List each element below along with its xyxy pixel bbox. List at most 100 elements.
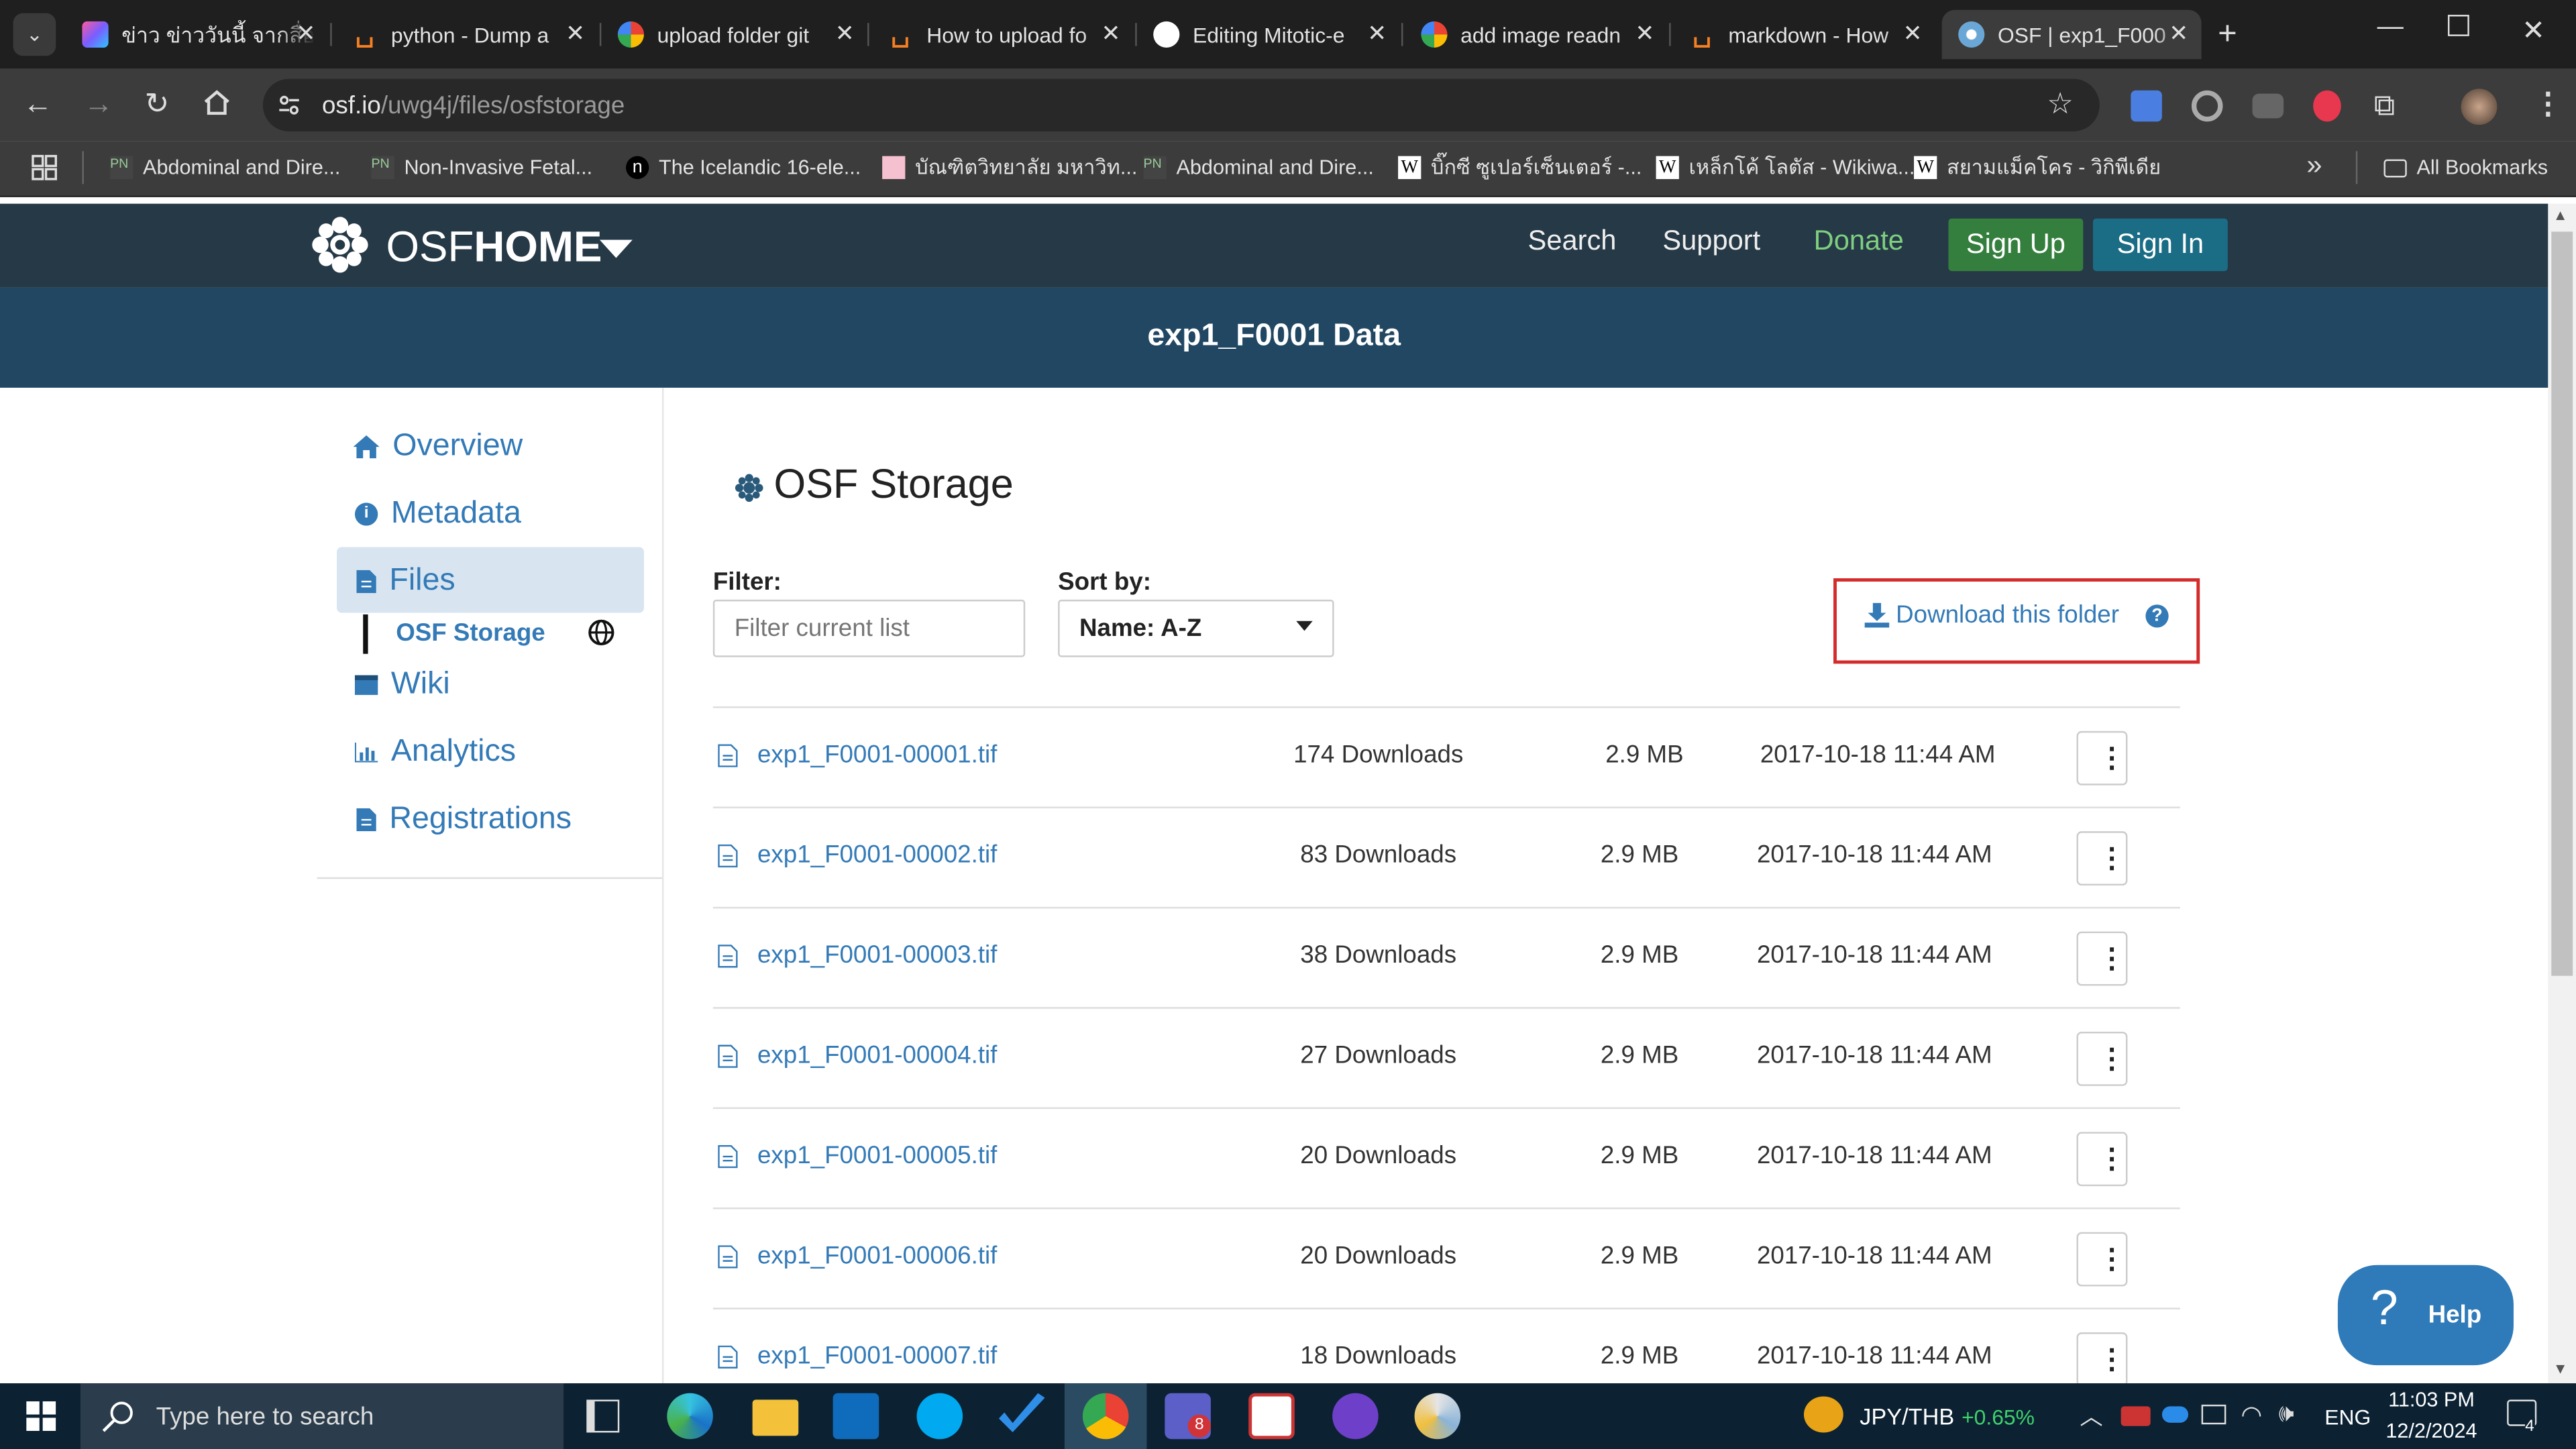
close-icon[interactable]: ✕ <box>1635 19 1654 48</box>
project-title[interactable]: exp1_F0001 Data <box>0 319 2548 355</box>
nav-support-link[interactable]: Support <box>1662 225 1760 258</box>
sort-select[interactable]: Name: A-Z <box>1058 599 1334 657</box>
close-icon[interactable]: ✕ <box>2169 19 2188 48</box>
caret-down-icon[interactable] <box>599 239 633 258</box>
table-row[interactable]: exp1_F0001-00003.tif 38 Downloads 2.9 MB… <box>712 906 2180 1007</box>
osf-logo-icon[interactable] <box>311 215 370 274</box>
extension-red-icon[interactable] <box>2313 90 2341 122</box>
tab-active-osf[interactable]: OSF | exp1_F000 ✕ <box>1941 9 2202 60</box>
sidebar-item-osf-storage[interactable]: OSF Storage <box>396 619 545 647</box>
translate-extension-icon[interactable] <box>2131 90 2162 122</box>
nav-search-link[interactable]: Search <box>1528 225 1617 258</box>
ticker-symbol[interactable]: JPY/THB <box>1860 1403 1954 1429</box>
grammarly-extension-icon[interactable] <box>2191 90 2223 122</box>
tab-7[interactable]: markdown - How ✕ <box>1672 10 1935 59</box>
snipping-tool-icon[interactable] <box>1248 1393 1295 1440</box>
tray-app-icon[interactable] <box>2121 1406 2151 1426</box>
file-actions-button[interactable]: ⋮ <box>2076 1132 2128 1187</box>
file-name-link[interactable]: exp1_F0001-00002.tif <box>757 841 997 869</box>
sidebar-item-registrations[interactable]: Registrations <box>356 802 572 838</box>
file-name-link[interactable]: exp1_F0001-00003.tif <box>757 941 997 969</box>
nav-donate-link[interactable]: Donate <box>1814 225 1904 258</box>
browser-menu-icon[interactable]: ⋮ <box>2533 87 2563 121</box>
table-row[interactable]: exp1_F0001-00002.tif 83 Downloads 2.9 MB… <box>712 806 2180 906</box>
tab-4[interactable]: How to upload fo ✕ <box>871 10 1134 59</box>
new-tab-icon[interactable]: + <box>2218 16 2237 54</box>
sidebar-item-files[interactable]: Files <box>356 564 455 600</box>
sidebar-item-wiki[interactable]: Wiki <box>354 667 450 703</box>
outlook-icon[interactable] <box>833 1393 879 1440</box>
bookmark-6[interactable]: W บิ๊กซี ซูเปอร์เซ็นเตอร์ -... <box>1398 153 1642 182</box>
help-widget-button[interactable]: ? Help <box>2337 1265 2514 1366</box>
file-actions-button[interactable]: ⋮ <box>2076 931 2128 986</box>
bookmark-3[interactable]: n The Icelandic 16-ele... <box>626 153 861 182</box>
taskbar-search-box[interactable]: Type here to search <box>80 1383 564 1449</box>
minimize-icon[interactable]: — <box>2377 13 2404 43</box>
bookmark-1[interactable]: PN Abdominal and Dire... <box>110 153 340 182</box>
file-actions-button[interactable]: ⋮ <box>2076 1232 2128 1287</box>
filter-input[interactable] <box>712 599 1026 657</box>
file-name-link[interactable]: exp1_F0001-00004.tif <box>757 1042 997 1070</box>
file-actions-button[interactable]: ⋮ <box>2076 1332 2128 1384</box>
bookmark-8[interactable]: W สยามแม็คโคร - วิกิพีเดีย <box>1914 153 2161 182</box>
onedrive-icon[interactable] <box>2161 1406 2189 1423</box>
forward-icon[interactable]: → <box>84 87 113 121</box>
language-indicator[interactable]: ENG <box>2324 1405 2371 1430</box>
tab-search-button[interactable]: ⌄ <box>13 13 56 56</box>
download-folder-button[interactable]: Download this folder <box>1864 601 2119 629</box>
file-name-link[interactable]: exp1_F0001-00007.tif <box>757 1342 997 1371</box>
home-icon[interactable] <box>202 89 231 115</box>
close-icon[interactable]: ✕ <box>296 19 315 48</box>
file-explorer-icon[interactable] <box>752 1399 799 1436</box>
tab-6[interactable]: add image readn ✕ <box>1405 10 1668 59</box>
scroll-up-icon[interactable]: ▲ <box>2553 207 2568 223</box>
bookmark-7[interactable]: W เหล็กโค้ โลตัส - Wikiwa... <box>1656 153 1915 182</box>
scrollbar-thumb[interactable] <box>2551 231 2573 976</box>
close-icon[interactable]: ✕ <box>1903 19 1923 48</box>
bookmark-2[interactable]: PN Non-Invasive Fetal... <box>371 153 592 182</box>
file-actions-button[interactable]: ⋮ <box>2076 1031 2128 1086</box>
file-name-link[interactable]: exp1_F0001-00006.tif <box>757 1242 997 1270</box>
sidebar-item-analytics[interactable]: Analytics <box>354 735 516 771</box>
close-icon[interactable]: ✕ <box>835 19 855 48</box>
bookmark-star-icon[interactable]: ☆ <box>2047 87 2074 121</box>
bookmarks-overflow-icon[interactable]: » <box>2306 150 2322 182</box>
file-actions-button[interactable]: ⋮ <box>2076 831 2128 886</box>
tab-1[interactable]: ข่าว ข่าววันนี้ จากสื่อ ✕ <box>66 10 329 59</box>
profile-avatar[interactable] <box>2461 89 2498 125</box>
edge-icon[interactable] <box>667 1393 713 1440</box>
close-icon[interactable]: ✕ <box>1367 19 1387 48</box>
help-question-icon[interactable]: ? <box>2145 604 2169 628</box>
tab-2[interactable]: python - Dump a ✕ <box>335 10 598 59</box>
close-icon[interactable]: ✕ <box>566 19 585 48</box>
wifi-icon[interactable]: ◠ <box>2241 1400 2262 1430</box>
sidebar-item-overview[interactable]: Overview <box>353 429 523 465</box>
close-window-icon[interactable]: ✕ <box>2522 15 2545 48</box>
sign-in-button[interactable]: Sign In <box>2093 218 2228 272</box>
windows-start-icon[interactable] <box>26 1401 56 1432</box>
bookmark-5[interactable]: PN Abdominal and Dire... <box>1143 153 1374 182</box>
tray-chevron-up-icon[interactable]: ︿ <box>2080 1400 2102 1433</box>
clock-time[interactable]: 11:03 PM <box>2382 1388 2481 1411</box>
table-row[interactable]: exp1_F0001-00006.tif 20 Downloads 2.9 MB… <box>712 1208 2180 1307</box>
task-view-icon[interactable] <box>586 1399 620 1433</box>
paint-icon[interactable] <box>1414 1393 1461 1440</box>
file-name-link[interactable]: exp1_F0001-00001.tif <box>757 741 997 769</box>
tab-5[interactable]: Editing Mitotic-e ✕ <box>1137 10 1400 59</box>
extensions-puzzle-icon[interactable]: ⧉ <box>2374 89 2395 123</box>
file-name-link[interactable]: exp1_F0001-00005.tif <box>757 1142 997 1170</box>
file-actions-button[interactable]: ⋮ <box>2076 731 2128 786</box>
clock-date[interactable]: 12/2/2024 <box>2377 1419 2486 1442</box>
restore-icon[interactable] <box>2447 15 2469 36</box>
skype-icon[interactable] <box>916 1393 963 1440</box>
back-icon[interactable]: ← <box>23 87 52 121</box>
sign-up-button[interactable]: Sign Up <box>1948 218 2084 272</box>
site-info-icon[interactable] <box>276 92 302 118</box>
table-row[interactable]: exp1_F0001-00007.tif 18 Downloads 2.9 MB… <box>712 1307 2180 1384</box>
sidebar-item-metadata[interactable]: i Metadata <box>354 496 521 533</box>
volume-icon[interactable]: 🕪 <box>2279 1400 2294 1428</box>
osf-home-brand[interactable]: OSFHOME <box>386 222 602 273</box>
close-icon[interactable]: ✕ <box>1101 19 1120 48</box>
table-row[interactable]: exp1_F0001-00001.tif 174 Downloads 2.9 M… <box>712 706 2180 806</box>
github-desktop-icon[interactable] <box>1332 1393 1379 1440</box>
